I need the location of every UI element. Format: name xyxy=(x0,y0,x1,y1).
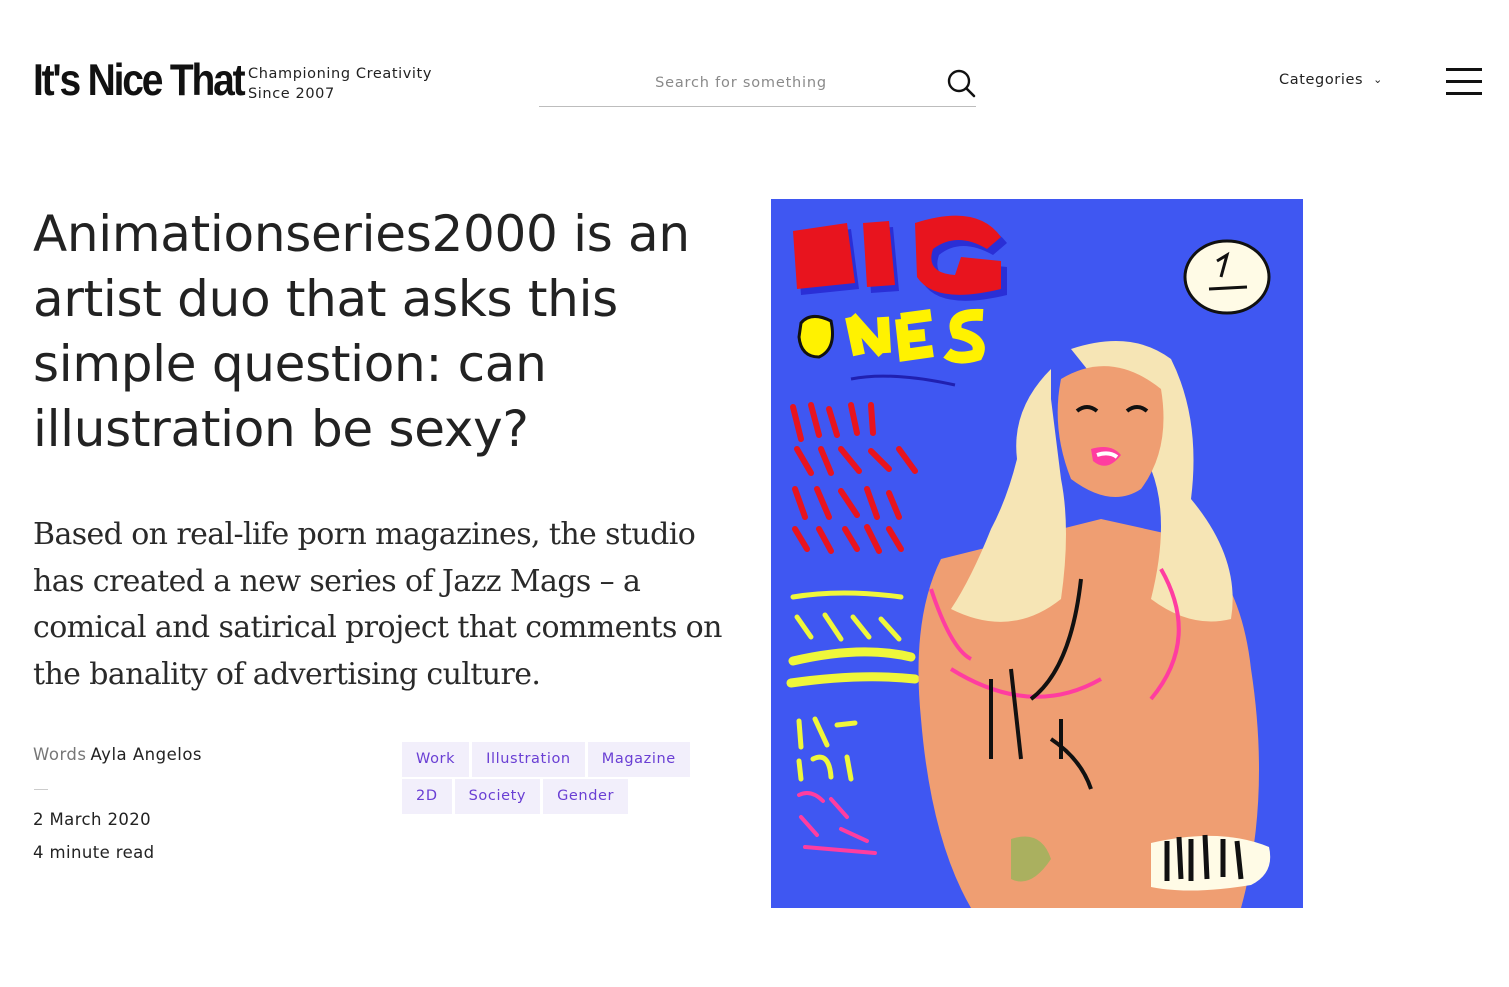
search-icon[interactable] xyxy=(946,68,976,98)
tagline-line-2: Since 2007 xyxy=(248,86,335,102)
tag-list: Work Illustration Magazine 2D Society Ge… xyxy=(402,742,722,816)
tag-society[interactable]: Society xyxy=(454,779,541,814)
categories-dropdown[interactable]: Categories ⌄ xyxy=(1279,72,1383,88)
publish-date: 2 March 2020 xyxy=(33,810,152,829)
search-bar xyxy=(539,60,976,107)
byline-label: Words xyxy=(33,745,87,764)
site-tagline: Championing Creativity Since 2007 xyxy=(248,64,458,104)
author-link[interactable]: Ayla Angelos xyxy=(91,745,203,764)
cover-badge xyxy=(1183,239,1271,315)
menu-icon[interactable] xyxy=(1446,67,1482,95)
chevron-down-icon: ⌄ xyxy=(1373,73,1383,86)
cover-barcode xyxy=(1151,834,1271,891)
tag-row: Work Illustration Magazine xyxy=(402,742,722,777)
byline: Words Ayla Angelos xyxy=(33,745,202,764)
tagline-line-1: Championing Creativity xyxy=(248,66,433,82)
tag-illustration[interactable]: Illustration xyxy=(472,742,585,777)
tag-magazine[interactable]: Magazine xyxy=(587,742,690,777)
site-header: It's Nice That Championing Creativity Si… xyxy=(0,0,1509,160)
divider xyxy=(34,789,48,790)
article-headline: Animationseries2000 is an artist duo tha… xyxy=(33,205,690,458)
tag-gender[interactable]: Gender xyxy=(543,779,629,814)
read-time: 4 minute read xyxy=(33,843,155,862)
magazine-cover-illustration[interactable] xyxy=(771,199,1303,908)
search-input[interactable] xyxy=(539,68,943,98)
tag-row: 2D Society Gender xyxy=(402,779,722,814)
site-logo[interactable]: It's Nice That xyxy=(33,58,246,103)
tag-work[interactable]: Work xyxy=(402,742,470,777)
tag-2d[interactable]: 2D xyxy=(402,779,452,814)
categories-label: Categories xyxy=(1279,72,1364,88)
article-standfirst: Based on real-life porn magazines, the s… xyxy=(33,517,722,692)
